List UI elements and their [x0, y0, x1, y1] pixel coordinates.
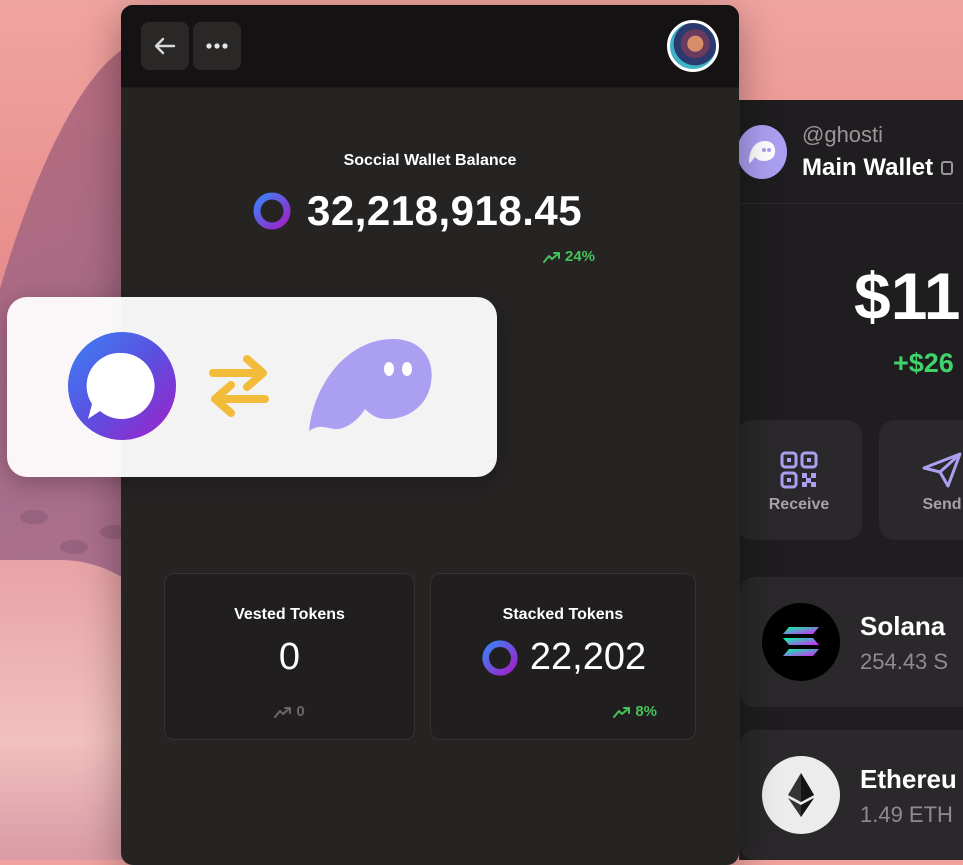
- soccial-token-icon: [482, 639, 518, 676]
- background-shrub: [20, 510, 48, 524]
- more-horizontal-icon: [206, 43, 228, 49]
- phantom-ghost-icon[interactable]: [737, 125, 787, 179]
- bridge-card: [7, 297, 497, 477]
- stacked-tokens-change: 8%: [613, 703, 657, 720]
- soccial-logo-icon: [68, 332, 176, 440]
- phantom-ghost-icon: [309, 339, 432, 431]
- asset-name: Solana: [860, 611, 946, 641]
- balance-value: 32,218,918.45: [307, 187, 583, 234]
- asset-amount: 1.49 ETH: [860, 802, 953, 827]
- vested-tokens-label: Vested Tokens: [234, 606, 345, 623]
- background-shrub: [60, 540, 88, 554]
- wallet-name-label: Main Wallet: [802, 154, 934, 181]
- vested-tokens-change: 0: [165, 703, 414, 720]
- wallet-usd-balance: $11,: [854, 259, 963, 333]
- asset-amount: 254.43 S: [860, 649, 949, 674]
- qr-code-icon: [780, 451, 818, 489]
- asset-name: Ethereu: [860, 764, 957, 794]
- arrow-left-icon: [154, 37, 176, 55]
- asset-row-solana[interactable]: Solana 254.43 S: [740, 577, 963, 707]
- wallet-name[interactable]: Main Wallet: [802, 154, 954, 182]
- send-label: Send: [922, 496, 962, 513]
- panel-header: [121, 5, 739, 88]
- stacked-tokens-label: Stacked Tokens: [502, 606, 624, 623]
- copy-icon[interactable]: [941, 161, 954, 175]
- vested-tokens-change-value: 0: [296, 703, 305, 720]
- user-avatar[interactable]: [667, 20, 719, 72]
- wallet-usd-change: +$26: [893, 348, 954, 378]
- receive-button[interactable]: Receive: [736, 420, 862, 540]
- phantom-wallet-panel: @ghosti Main Wallet $11, +$26 Receive: [736, 100, 963, 860]
- wallet-handle: @ghosti: [802, 122, 884, 147]
- trend-up-icon: [274, 706, 292, 718]
- balance-change: 24%: [543, 248, 595, 265]
- stacked-tokens-card[interactable]: Stacked Tokens 22,202 8%: [430, 573, 696, 740]
- balance-label: Soccial Wallet Balance: [343, 152, 517, 169]
- receive-label: Receive: [768, 496, 830, 513]
- soccial-token-icon: [253, 192, 291, 230]
- vested-tokens-value: 0: [165, 636, 414, 679]
- solana-icon: [762, 603, 840, 681]
- ethereum-icon: [762, 756, 840, 834]
- more-button[interactable]: [193, 22, 241, 70]
- stacked-tokens-change-value: 8%: [635, 703, 657, 720]
- send-button[interactable]: Send: [879, 420, 963, 540]
- balance-row: 32,218,918.45: [251, 187, 582, 235]
- asset-row-ethereum[interactable]: Ethereu 1.49 ETH: [740, 730, 963, 860]
- wallet-header: @ghosti Main Wallet: [737, 100, 963, 204]
- vested-tokens-number: 0: [278, 636, 301, 678]
- send-icon: [922, 452, 962, 488]
- balance-change-value: 24%: [565, 248, 596, 265]
- trend-up-icon: [613, 706, 631, 718]
- stacked-tokens-value: 22,202: [431, 636, 695, 679]
- stacked-tokens-number: 22,202: [529, 636, 647, 678]
- trend-up-icon: [543, 251, 560, 263]
- back-button[interactable]: [141, 22, 189, 70]
- vested-tokens-card[interactable]: Vested Tokens 0 0: [164, 573, 415, 740]
- swap-arrows-icon: [209, 355, 269, 417]
